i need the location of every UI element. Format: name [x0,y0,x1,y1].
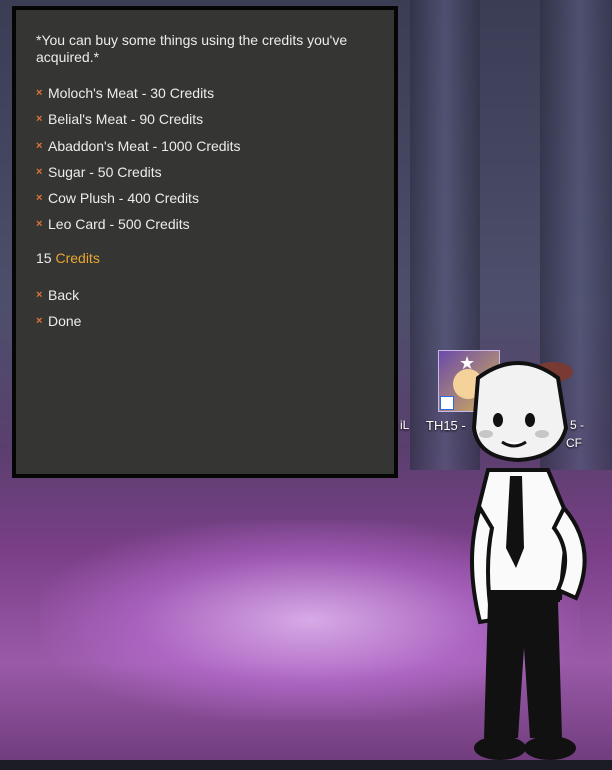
back-option[interactable]: × Back [36,286,79,304]
menu-item-cow-plush[interactable]: × Cow Plush - 400 Credits [36,189,199,207]
credits-amount: 15 [36,250,52,266]
menu-item-label: Sugar - 50 Credits [48,164,162,180]
shop-intro-text: *You can buy some things using the credi… [36,32,348,65]
mascot-eye-right [525,413,535,427]
bullet-x-icon: × [36,166,43,178]
shop-dialog: *You can buy some things using the credi… [12,6,398,478]
menu-item-label: Cow Plush - 400 Credits [48,190,199,206]
menu-item-label: Leo Card - 500 Credits [48,216,190,232]
menu-item-label: Belial's Meat - 90 Credits [48,111,204,127]
mascot-blush-left [479,430,493,438]
bullet-x-icon: × [36,315,43,327]
bullet-x-icon: × [36,289,43,301]
mascot-mouth [501,440,527,448]
menu-item-abaddons-meat[interactable]: × Abaddon's Meat - 1000 Credits [36,137,241,155]
done-label: Done [48,313,82,329]
menu-item-sugar[interactable]: × Sugar - 50 Credits [36,163,162,181]
done-option[interactable]: × Done [36,312,81,330]
bullet-x-icon: × [36,140,43,152]
taskbar[interactable] [0,760,612,770]
credits-unit: Credits [55,250,100,266]
mascot-shoe-left [474,736,526,760]
shortcut-arrow-icon [440,396,454,410]
desktop-mascot-character[interactable] [458,358,608,768]
bullet-x-icon: × [36,87,43,99]
credits-balance: 15 Credits [36,250,100,266]
bullet-x-icon: × [36,192,43,204]
menu-item-label: Abaddon's Meat - 1000 Credits [48,138,241,154]
menu-item-leo-card[interactable]: × Leo Card - 500 Credits [36,215,190,233]
mascot-pants [484,602,562,738]
bullet-x-icon: × [36,218,43,230]
mascot-blush-right [535,430,549,438]
back-label: Back [48,287,80,303]
menu-item-belials-meat[interactable]: × Belial's Meat - 90 Credits [36,110,203,128]
menu-item-label: Moloch's Meat - 30 Credits [48,85,215,101]
desktop-label-fragment[interactable]: iL [400,418,409,432]
menu-item-molochs-meat[interactable]: × Moloch's Meat - 30 Credits [36,84,214,102]
mascot-eye-left [493,413,503,427]
mascot-belt [488,590,560,602]
mascot-shoe-right [524,736,576,760]
bullet-x-icon: × [36,113,43,125]
